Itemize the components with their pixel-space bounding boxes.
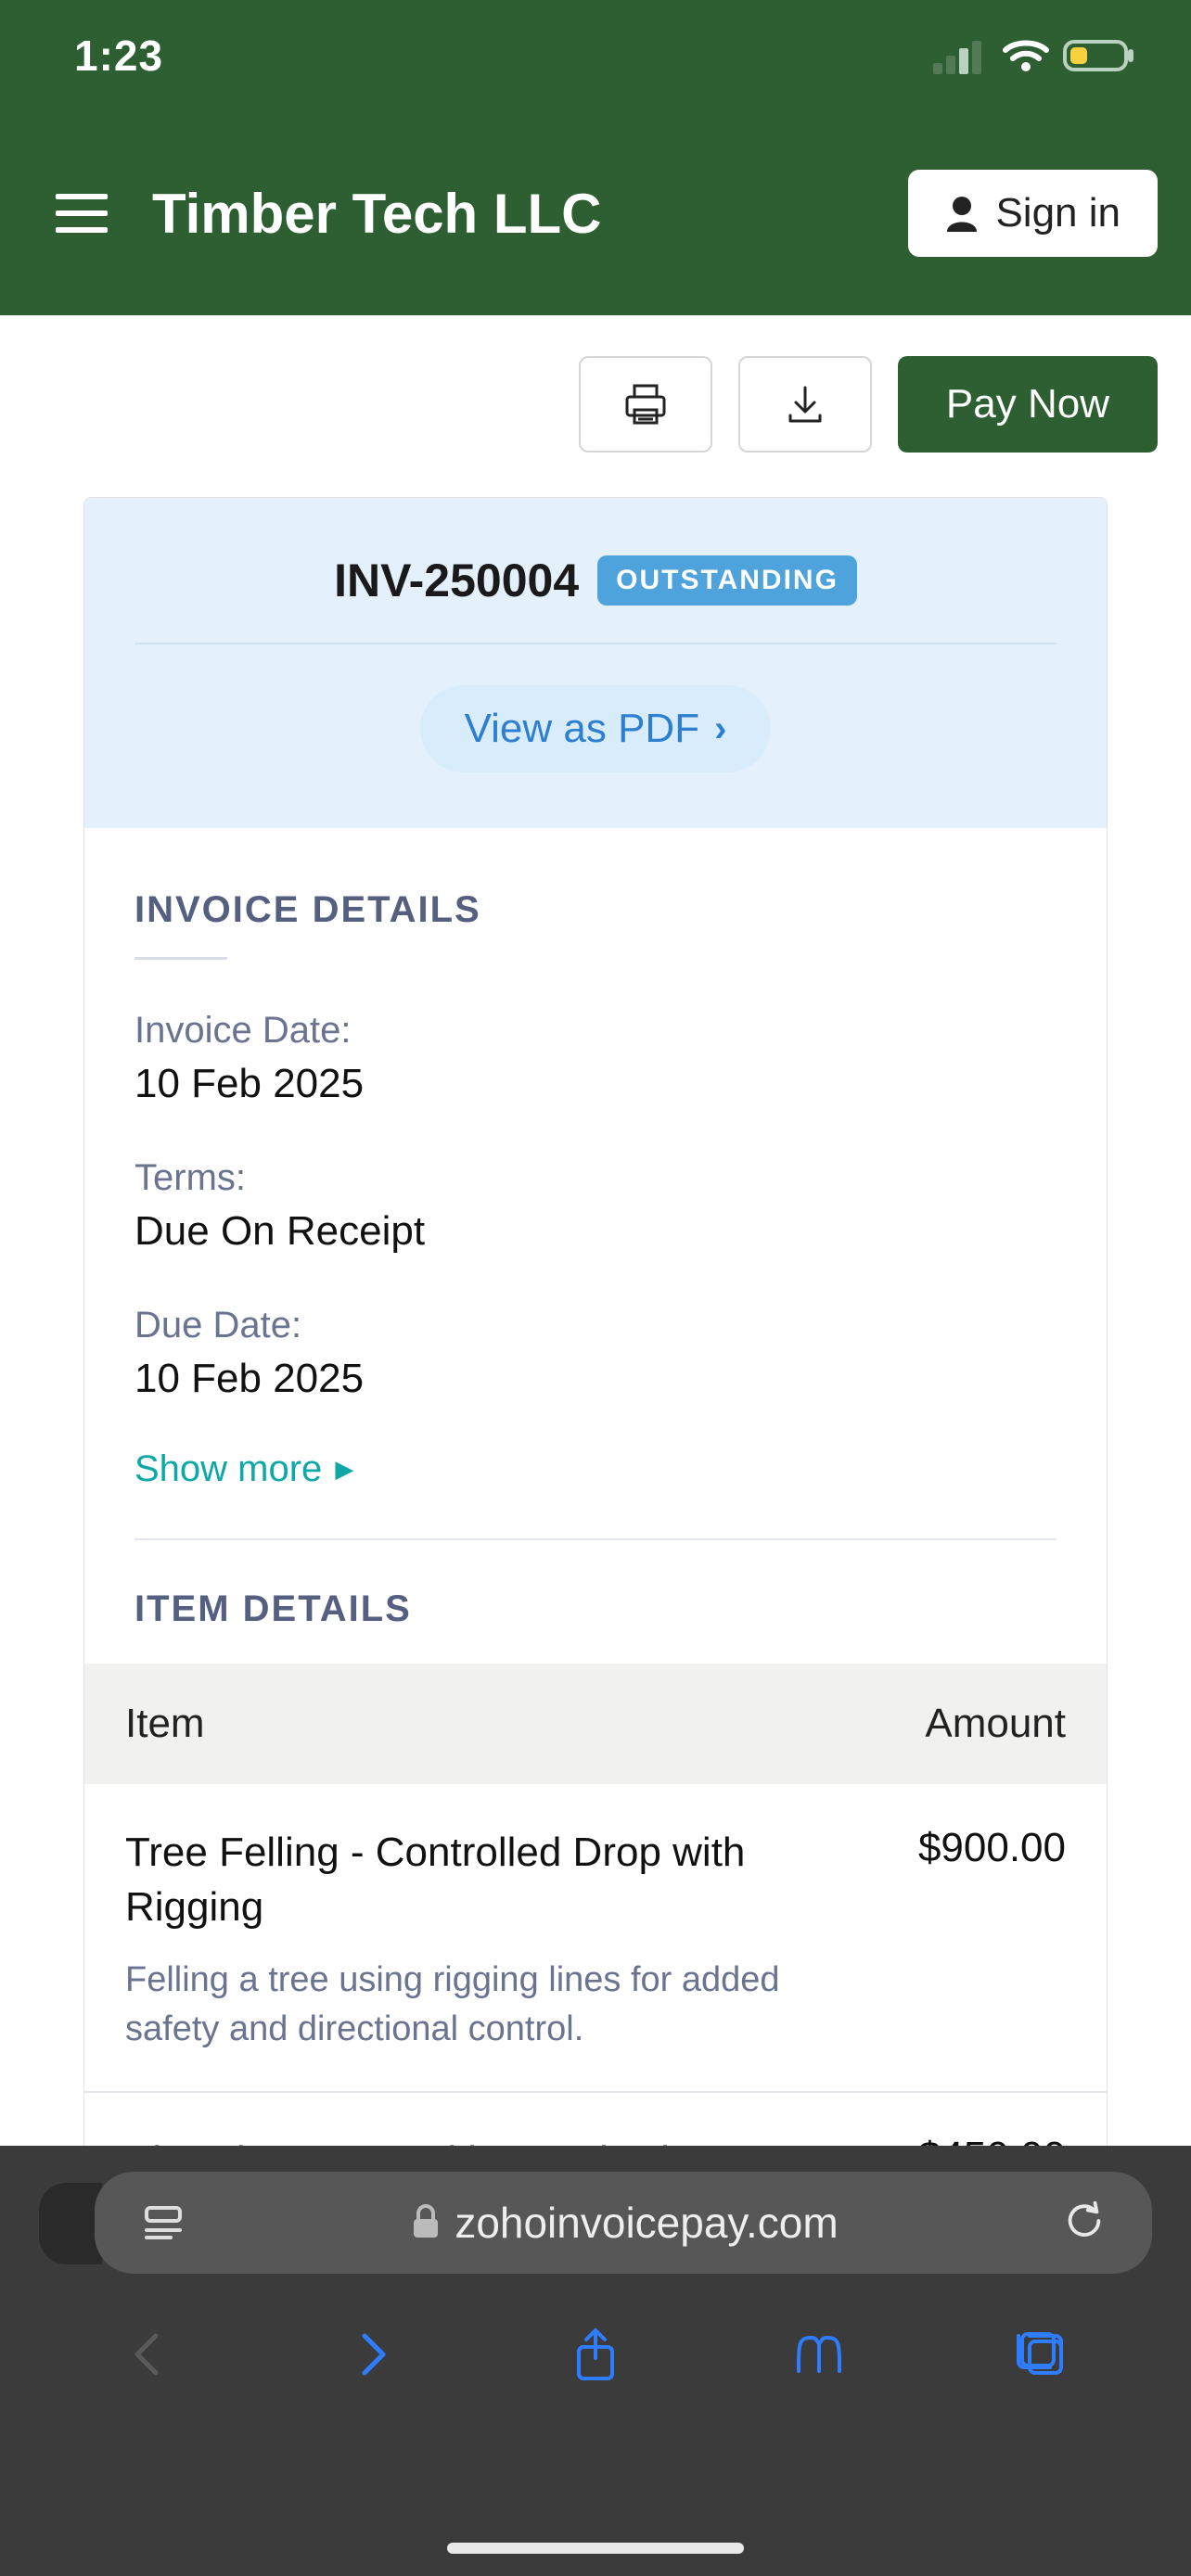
due-date-field: Due Date: 10 Feb 2025 [134, 1305, 1057, 1402]
sign-in-label: Sign in [995, 190, 1121, 236]
item-table-header: Item Amount [84, 1664, 1107, 1784]
tabs-button[interactable] [1001, 2313, 1084, 2396]
invoice-summary: INV-250004 OUTSTANDING View as PDF › [84, 498, 1107, 828]
back-button [107, 2313, 190, 2396]
cellular-signal-icon [933, 37, 989, 74]
terms-field: Terms: Due On Receipt [134, 1157, 1057, 1255]
column-item: Item [125, 1701, 825, 1747]
status-time: 1:23 [74, 31, 163, 81]
item-details-title: ITEM DETAILS [134, 1588, 1107, 1630]
forward-button[interactable] [330, 2313, 414, 2396]
chevron-right-icon: › [714, 708, 726, 750]
invoice-date-field: Invoice Date: 10 Feb 2025 [134, 1010, 1057, 1107]
invoice-details-section: INVOICE DETAILS Invoice Date: 10 Feb 202… [84, 828, 1107, 1540]
status-bar: 1:23 [0, 0, 1191, 111]
field-value: 10 Feb 2025 [134, 1061, 1057, 1107]
action-bar: Pay Now [0, 315, 1191, 478]
url-text: zohoinvoicepay.com [455, 2198, 838, 2248]
wifi-icon [1002, 37, 1050, 74]
menu-icon[interactable] [56, 194, 111, 233]
company-name: Timber Tech LLC [152, 182, 908, 246]
sign-in-button[interactable]: Sign in [908, 170, 1158, 257]
reload-icon[interactable] [1061, 2198, 1108, 2249]
item-description: Felling a tree using rigging lines for a… [125, 1956, 793, 2054]
show-more-label: Show more [134, 1448, 322, 1490]
reader-mode-icon[interactable] [139, 2199, 187, 2247]
browser-chrome: zohoinvoicepay.com [0, 2146, 1191, 2576]
home-indicator[interactable] [447, 2543, 744, 2554]
print-button[interactable] [579, 356, 712, 453]
item-name: Tree Felling - Controlled Drop with Rigg… [125, 1825, 825, 1935]
invoice-number: INV-250004 [334, 554, 579, 607]
item-amount: $900.00 [825, 1825, 1066, 1935]
column-amount: Amount [825, 1701, 1066, 1747]
field-value: 10 Feb 2025 [134, 1356, 1057, 1402]
field-label: Terms: [134, 1157, 1057, 1199]
pay-now-label: Pay Now [946, 381, 1109, 427]
field-value: Due On Receipt [134, 1208, 1057, 1255]
bookmarks-button[interactable] [777, 2313, 861, 2396]
table-row: Tree Felling - Controlled Drop with Rigg… [84, 1784, 1107, 2093]
field-label: Invoice Date: [134, 1010, 1057, 1052]
app-header: Timber Tech LLC Sign in [0, 111, 1191, 315]
status-badge: OUTSTANDING [597, 555, 857, 606]
view-pdf-label: View as PDF [465, 706, 700, 752]
address-bar[interactable]: zohoinvoicepay.com [95, 2172, 1152, 2274]
triangle-right-icon: ▶ [335, 1455, 353, 1484]
invoice-card: INV-250004 OUTSTANDING View as PDF › INV… [83, 497, 1108, 2190]
item-details-section: ITEM DETAILS Item Amount Tree Felling - … [84, 1540, 1107, 2189]
show-more-button[interactable]: Show more ▶ [134, 1448, 1057, 1490]
share-button[interactable] [554, 2313, 637, 2396]
status-icons [933, 37, 1135, 74]
browser-toolbar [0, 2313, 1191, 2396]
tab-switcher-hint[interactable] [39, 2183, 102, 2264]
download-button[interactable] [738, 356, 872, 453]
view-as-pdf-button[interactable]: View as PDF › [420, 685, 772, 772]
person-icon [945, 195, 979, 232]
battery-icon [1063, 38, 1135, 73]
invoice-details-title: INVOICE DETAILS [134, 889, 1057, 931]
field-label: Due Date: [134, 1305, 1057, 1346]
pay-now-button[interactable]: Pay Now [898, 356, 1158, 453]
lock-icon [410, 2202, 442, 2244]
